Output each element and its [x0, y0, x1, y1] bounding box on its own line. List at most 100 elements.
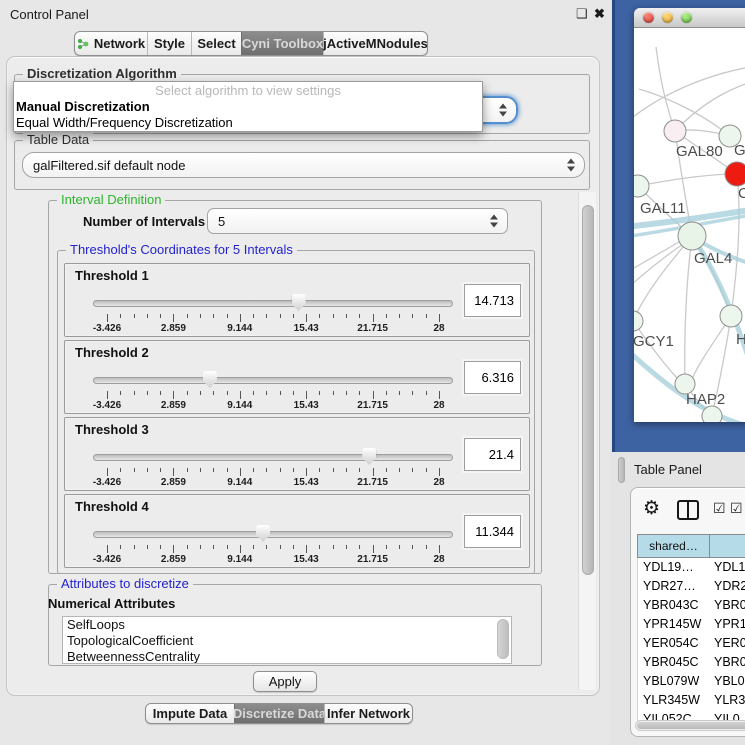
slider-track[interactable]	[93, 300, 453, 307]
algorithm-option[interactable]: Equal Width/Frequency Discretization	[14, 115, 482, 131]
tab-discretize-data[interactable]: Discretize Data	[234, 704, 324, 723]
numerical-attributes-list[interactable]: SelfLoopsTopologicalCoefficientBetweenne…	[62, 616, 512, 664]
float-window-icon[interactable]: ❑	[576, 6, 588, 22]
attribute-list-item[interactable]: TopologicalCoefficient	[63, 633, 511, 649]
attribute-list-item[interactable]: SelfLoops	[63, 617, 511, 633]
tab-cyni-toolbox[interactable]: Cyni Toolbox	[241, 32, 323, 55]
tick-mark	[293, 391, 294, 395]
tab-network[interactable]: Network	[75, 32, 147, 55]
network-node-gal11[interactable]	[634, 175, 649, 197]
slider-handle-icon[interactable]	[362, 448, 376, 465]
network-canvas[interactable]: GAL80G.CGAL11GAL4GCY1HHAP2	[634, 29, 745, 422]
table-row[interactable]: YER054CYER0	[638, 634, 745, 653]
tick-mark	[173, 391, 174, 399]
slider-ticks	[107, 314, 439, 322]
discretization-algorithm-group-title: Discretization Algorithm	[23, 67, 181, 81]
table-row[interactable]: YLR345WYLR3	[638, 691, 745, 710]
network-view-window[interactable]: GAL80G.CGAL11GAL4GCY1HHAP2	[634, 8, 745, 422]
select-none-checkbox-icon[interactable]: ☑	[730, 501, 743, 517]
tick-mark	[240, 391, 241, 399]
table-row[interactable]: YDR27…YDR2	[638, 577, 745, 596]
mac-zoom-icon[interactable]	[681, 12, 692, 23]
number-of-intervals-combobox[interactable]: 5	[207, 208, 508, 234]
network-window-titlebar[interactable]	[634, 8, 745, 28]
slider-tick-labels: -3.4262.8599.14415.4321.71528	[107, 400, 439, 411]
slider-track[interactable]	[93, 454, 453, 461]
attributes-group-title: Attributes to discretize	[57, 577, 193, 591]
tick-mark	[293, 314, 294, 318]
mac-close-icon[interactable]	[643, 12, 654, 23]
select-all-checkbox-icon[interactable]: ☑	[713, 501, 726, 517]
attributes-scrollbar-thumb[interactable]	[497, 619, 509, 659]
threshold-slider[interactable]: -3.4262.8599.14415.4321.71528	[93, 292, 453, 336]
network-node-gcy1[interactable]	[634, 311, 643, 331]
column-header-name[interactable]: n	[710, 535, 745, 557]
tab-style[interactable]: Style	[147, 32, 191, 55]
slider-handle-icon[interactable]	[203, 371, 217, 388]
network-node-gal4[interactable]	[678, 222, 706, 250]
tab-jactivemnodules[interactable]: jActiveMNodules	[323, 32, 427, 55]
tick-mark	[200, 314, 201, 318]
tab-infer-network[interactable]: Infer Network	[324, 704, 412, 723]
tick-mark	[160, 545, 161, 549]
network-node-h[interactable]	[720, 305, 742, 327]
tick-mark	[227, 468, 228, 472]
tick-mark	[399, 391, 400, 395]
threshold-value-field[interactable]: 21.4	[464, 438, 521, 471]
table-row[interactable]: YBL079WYBL0	[638, 672, 745, 691]
tick-mark	[386, 314, 387, 318]
tick-label: 9.144	[227, 323, 252, 334]
slider-track[interactable]	[93, 531, 453, 538]
table-row[interactable]: YBR045CYBR0	[638, 653, 745, 672]
slider-handle-icon[interactable]	[256, 525, 270, 542]
table-body[interactable]: YDL19…YDL1YDR27…YDR2YBR043CYBR0YPR145WYP…	[637, 558, 745, 721]
tick-mark	[306, 545, 307, 553]
slider-handle-icon[interactable]	[292, 294, 306, 311]
threshold-value-field[interactable]: 11.344	[464, 515, 521, 548]
threshold-panel: Threshold 2 -3.4262.8599.14415.4321.7152…	[64, 340, 530, 414]
threshold-slider[interactable]: -3.4262.8599.14415.4321.71528	[93, 446, 453, 490]
attribute-list-item[interactable]: BetweennessCentrality	[63, 649, 511, 664]
thresholds-group-title: Threshold's Coordinates for 5 Intervals	[66, 243, 297, 257]
splitter-grip[interactable]	[618, 457, 625, 483]
slider-track[interactable]	[93, 377, 453, 384]
tab-impute-data[interactable]: Impute Data	[146, 704, 234, 723]
table-data-combobox[interactable]: galFiltered.sif default node	[22, 152, 585, 178]
threshold-value-field[interactable]: 6.316	[464, 361, 521, 394]
table-row[interactable]: YBR043CYBR0	[638, 596, 745, 615]
close-icon[interactable]: ✖	[594, 6, 605, 22]
algorithm-option[interactable]: Manual Discretization	[14, 99, 482, 115]
column-view-icon[interactable]	[677, 500, 699, 520]
tick-mark	[240, 314, 241, 322]
table-row[interactable]: YPR145WYPR1	[638, 615, 745, 634]
network-node-gal80[interactable]	[664, 120, 686, 142]
network-node-c[interactable]	[725, 162, 745, 186]
tick-label: 28	[433, 400, 444, 411]
tick-label: -3.426	[93, 400, 121, 411]
apply-button[interactable]: Apply	[253, 671, 317, 692]
tick-mark	[346, 314, 347, 318]
table-horizontal-scrollbar[interactable]	[635, 720, 745, 731]
tab-select[interactable]: Select	[191, 32, 241, 55]
gear-icon[interactable]: ⚙	[643, 497, 660, 519]
tick-label: 2.859	[161, 477, 186, 488]
threshold-slider[interactable]: -3.4262.8599.14415.4321.71528	[93, 369, 453, 413]
control-panel-title: Control Panel	[10, 7, 89, 22]
vertical-scrollbar-thumb[interactable]	[582, 205, 594, 575]
network-node[interactable]	[702, 406, 722, 422]
threshold-value-field[interactable]: 14.713	[464, 284, 521, 317]
table-row[interactable]: YDL19…YDL1	[638, 558, 745, 577]
tick-mark	[306, 391, 307, 399]
tick-mark	[426, 391, 427, 395]
tick-mark	[187, 545, 188, 549]
tick-mark	[187, 391, 188, 395]
table-horizontal-scrollbar-thumb[interactable]	[637, 722, 745, 729]
tick-mark	[319, 391, 320, 395]
column-header-shared-name[interactable]: shared…	[638, 535, 710, 557]
vertical-scrollbar[interactable]	[578, 192, 596, 690]
mac-minimize-icon[interactable]	[662, 12, 673, 23]
cell-name: YBR0	[710, 596, 745, 615]
threshold-slider[interactable]: -3.4262.8599.14415.4321.71528	[93, 523, 453, 567]
tick-mark	[134, 545, 135, 549]
tick-mark	[253, 391, 254, 395]
